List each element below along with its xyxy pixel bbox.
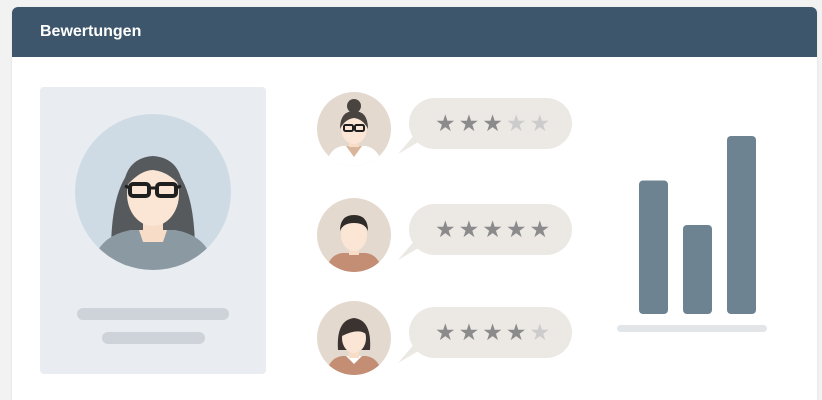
ratings-card: Bewertungen ★ ★ ★ ★ ★ ★ ★ ★ ★ ★ ★ ★ ★ ★ … [12, 7, 817, 400]
rating-bubble: ★ ★ ★ ★ ★ [409, 204, 572, 255]
card-title: Bewertungen [40, 23, 142, 40]
star-empty-icon: ★ [505, 110, 527, 136]
star-rating: ★ ★ ★ ★ ★ [435, 321, 550, 344]
star-filled-icon: ★ [435, 110, 456, 136]
review-item: ★ ★ ★ ★ ★ [316, 197, 586, 277]
woman-with-glasses-avatar-icon [317, 92, 391, 166]
bar-chart [617, 136, 767, 332]
star-filled-icon: ★ [435, 319, 456, 345]
rating-bubble: ★ ★ ★ ★ ★ [409, 98, 572, 149]
man-avatar-icon [317, 198, 391, 272]
star-filled-icon: ★ [435, 216, 456, 242]
star-rating: ★ ★ ★ ★ ★ [435, 112, 550, 135]
star-filled-icon: ★ [505, 319, 527, 345]
profile-avatar-icon [75, 114, 231, 270]
card-header: Bewertungen [12, 7, 817, 57]
star-filled-icon: ★ [505, 216, 527, 242]
review-item: ★ ★ ★ ★ ★ [316, 300, 586, 380]
chart-bar [727, 136, 756, 314]
star-filled-icon: ★ [482, 216, 503, 242]
profile-panel [40, 87, 266, 374]
chart-bar [683, 225, 712, 314]
star-rating: ★ ★ ★ ★ ★ [435, 218, 550, 241]
star-filled-icon: ★ [482, 319, 503, 345]
star-filled-icon: ★ [458, 110, 480, 136]
star-filled-icon: ★ [458, 319, 480, 345]
profile-name-placeholder [77, 308, 229, 320]
chart-baseline [617, 325, 767, 332]
star-filled-icon: ★ [458, 216, 480, 242]
star-empty-icon: ★ [529, 110, 551, 136]
review-item: ★ ★ ★ ★ ★ [316, 91, 586, 171]
star-filled-icon: ★ [529, 216, 551, 242]
profile-subtitle-placeholder [102, 332, 205, 344]
rating-bubble: ★ ★ ★ ★ ★ [409, 307, 572, 358]
woman-avatar-icon [317, 301, 391, 375]
star-empty-icon: ★ [529, 319, 551, 345]
chart-bar [639, 180, 668, 314]
star-filled-icon: ★ [482, 110, 503, 136]
